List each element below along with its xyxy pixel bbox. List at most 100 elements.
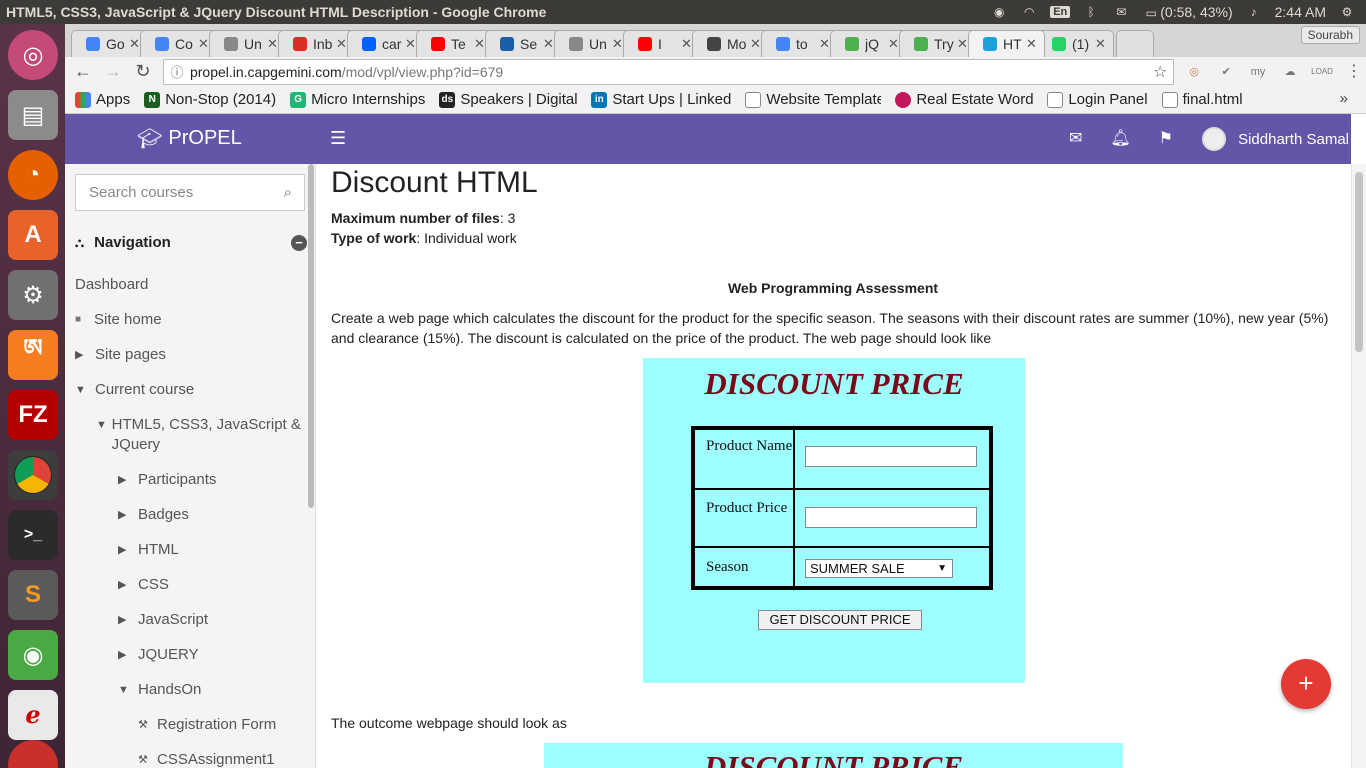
sublime-text-icon[interactable]: S xyxy=(8,570,58,620)
extension-my-icon[interactable]: my xyxy=(1246,62,1270,82)
collapse-block-icon[interactable]: − xyxy=(291,235,307,251)
power-gear-icon[interactable]: ⚙ xyxy=(1338,5,1356,19)
browser-tab[interactable]: I ✕ xyxy=(623,30,700,57)
sidebar-item-label: JQUERY xyxy=(138,646,199,663)
new-tab-button[interactable] xyxy=(1116,30,1154,57)
browser-tab-active[interactable]: HT ✕ xyxy=(968,30,1045,57)
bookmark-item[interactable]: final.html xyxy=(1161,91,1243,108)
bookmark-item[interactable]: ds Speakers | Digital xyxy=(439,91,577,108)
sidebar-item-css[interactable]: ▶ CSS xyxy=(118,575,169,595)
browser-tab[interactable]: Un ✕ xyxy=(209,30,286,57)
xampp-icon[interactable]: ཨ xyxy=(8,330,58,380)
extension-icon[interactable]: ◎ xyxy=(1182,62,1206,82)
site-header: 🎓︎ PrOPEL ☰ ✉ 🔔︎ ⚑ Siddharth Samal xyxy=(65,114,1351,164)
user-menu[interactable]: Siddharth Samal xyxy=(1202,114,1351,164)
sidebar-item-html[interactable]: ▶ HTML xyxy=(118,540,179,560)
site-brand[interactable]: 🎓︎ PrOPEL xyxy=(137,126,242,151)
flag-icon[interactable]: ⚑ xyxy=(1159,128,1173,148)
bookmark-item[interactable]: Real Estate Word xyxy=(895,91,1033,108)
notifications-bell-icon[interactable]: 🔔︎ xyxy=(1110,128,1130,148)
messages-icon[interactable]: ✉ xyxy=(1069,128,1082,148)
browser-tab[interactable]: (1) ✕ xyxy=(1037,30,1114,57)
sidebar-item-dashboard[interactable]: Dashboard xyxy=(75,275,148,295)
browser-tab[interactable]: Try ✕ xyxy=(899,30,976,57)
sidebar-item-course[interactable]: ▼ HTML5, CSS3, JavaScript & JQuery xyxy=(96,415,301,455)
sidebar-item-badges[interactable]: ▶ Badges xyxy=(118,505,189,525)
browser-tab[interactable]: Go ✕ xyxy=(71,30,148,57)
browser-tab[interactable]: Co ✕ xyxy=(140,30,217,57)
page-icon xyxy=(569,37,583,51)
mail-icon[interactable]: ✉ xyxy=(1112,5,1130,19)
address-bar[interactable]: ⓘ propel.in.capgemini.com/mod/vpl/view.p… xyxy=(162,58,1175,85)
bookmark-label: Speakers | Digital xyxy=(460,91,578,108)
browser-tab[interactable]: Mo ✕ xyxy=(692,30,769,57)
close-tab-icon[interactable]: ✕ xyxy=(1026,36,1038,52)
url-text[interactable]: propel.in.capgemini.com/mod/vpl/view.php… xyxy=(190,64,1147,80)
terminal-icon[interactable]: >_ xyxy=(8,510,58,560)
pdf-reader-icon[interactable]: ℯ xyxy=(8,690,58,740)
files-icon[interactable]: ▤ xyxy=(8,90,58,140)
sidebar-item-site-pages[interactable]: ▶ Site pages xyxy=(75,345,166,365)
filezilla-icon[interactable]: FZ xyxy=(8,390,58,440)
extension-cloud-icon[interactable]: ☁ xyxy=(1278,62,1302,82)
chrome-tray-icon[interactable]: ◉ xyxy=(990,5,1008,19)
battery-indicator[interactable]: ▭ (0:58, 43%) xyxy=(1142,4,1233,20)
browser-tab[interactable]: jQ ✕ xyxy=(830,30,907,57)
sidebar-item-javascript[interactable]: ▶ JavaScript xyxy=(118,610,208,630)
profile-button[interactable]: Sourabh xyxy=(1300,26,1360,44)
scrollbar-thumb[interactable] xyxy=(1355,172,1363,352)
youtube-icon xyxy=(431,37,445,51)
android-studio-icon[interactable]: ◉ xyxy=(8,630,58,680)
page-scrollbar[interactable] xyxy=(1351,164,1366,768)
sidebar-item-jquery[interactable]: ▶ JQUERY xyxy=(118,645,199,665)
keyboard-language[interactable]: En xyxy=(1050,6,1071,18)
ubuntu-dash-icon[interactable]: ◎ xyxy=(8,30,58,80)
extension-check-icon[interactable]: ✔ xyxy=(1214,62,1238,82)
clock[interactable]: 2:44 AM xyxy=(1275,4,1326,20)
sidebar-item-cssassignment1[interactable]: ⚒ CSSAssignment1 xyxy=(138,750,275,768)
add-block-button[interactable]: + xyxy=(1281,659,1331,709)
browser-tab[interactable]: Te ✕ xyxy=(416,30,493,57)
sidebar-item-site-home[interactable]: ■ Site home xyxy=(75,310,162,330)
browser-tab[interactable]: Un ✕ xyxy=(554,30,631,57)
browser-tab[interactable]: car ✕ xyxy=(347,30,424,57)
firefox-icon[interactable]: ◔ xyxy=(8,150,58,200)
bookmark-star-icon[interactable]: ☆ xyxy=(1147,62,1173,82)
hamburger-menu-icon[interactable]: ☰ xyxy=(330,128,346,149)
extension-load-icon[interactable]: LOAD xyxy=(1310,62,1334,82)
search-icon[interactable]: ⌕ xyxy=(284,184,292,201)
page-icon xyxy=(224,37,238,51)
chrome-menu-icon[interactable]: ⋮ xyxy=(1342,62,1366,82)
reload-icon[interactable]: ↻ xyxy=(131,61,155,82)
software-center-icon[interactable]: A xyxy=(8,210,58,260)
wifi-icon[interactable]: ◠ xyxy=(1020,5,1038,19)
tab-label: Go xyxy=(106,36,125,52)
sidebar-item-handson[interactable]: ▼ HandsOn xyxy=(118,680,201,700)
browser-tab[interactable]: to ✕ xyxy=(761,30,838,57)
forward-icon[interactable]: → xyxy=(101,61,125,82)
site-info-icon[interactable]: ⓘ xyxy=(164,62,190,81)
volume-icon[interactable]: ♪ xyxy=(1245,5,1263,19)
back-icon[interactable]: ← xyxy=(71,61,95,82)
close-tab-icon[interactable]: ✕ xyxy=(1095,36,1107,52)
sidebar-item-registration-form[interactable]: ⚒ Registration Form xyxy=(138,715,276,735)
sidebar-item-current-course[interactable]: ▼ Current course xyxy=(75,380,194,400)
system-settings-icon[interactable]: ⚙ xyxy=(8,270,58,320)
browser-tab[interactable]: Se ✕ xyxy=(485,30,562,57)
bookmark-item[interactable]: Login Panel xyxy=(1047,91,1148,108)
bookmark-item[interactable]: in Start Ups | LinkedIn xyxy=(591,91,731,108)
bookmark-item[interactable]: N Non-Stop (2014) xyxy=(144,91,276,108)
chrome-launcher-icon[interactable] xyxy=(8,450,58,500)
bluetooth-icon[interactable]: ᛒ xyxy=(1082,5,1100,19)
expand-arrow-icon: ▶ xyxy=(118,509,127,521)
navigation-block-header[interactable]: ⛬ Navigation − xyxy=(75,234,307,251)
sidebar-item-participants[interactable]: ▶ Participants xyxy=(118,470,216,490)
bookmark-item[interactable]: Apps xyxy=(75,91,130,108)
search-courses-input[interactable]: Search courses ⌕ xyxy=(75,174,305,211)
sidebar-scrollbar[interactable] xyxy=(308,164,314,508)
bookmark-item[interactable]: G Micro Internships xyxy=(290,91,425,108)
browser-tab[interactable]: Inb ✕ xyxy=(278,30,355,57)
app-icon[interactable] xyxy=(8,740,58,768)
more-bookmarks-icon[interactable]: » xyxy=(1340,90,1348,107)
bookmark-item[interactable]: Website Templates xyxy=(745,91,881,108)
